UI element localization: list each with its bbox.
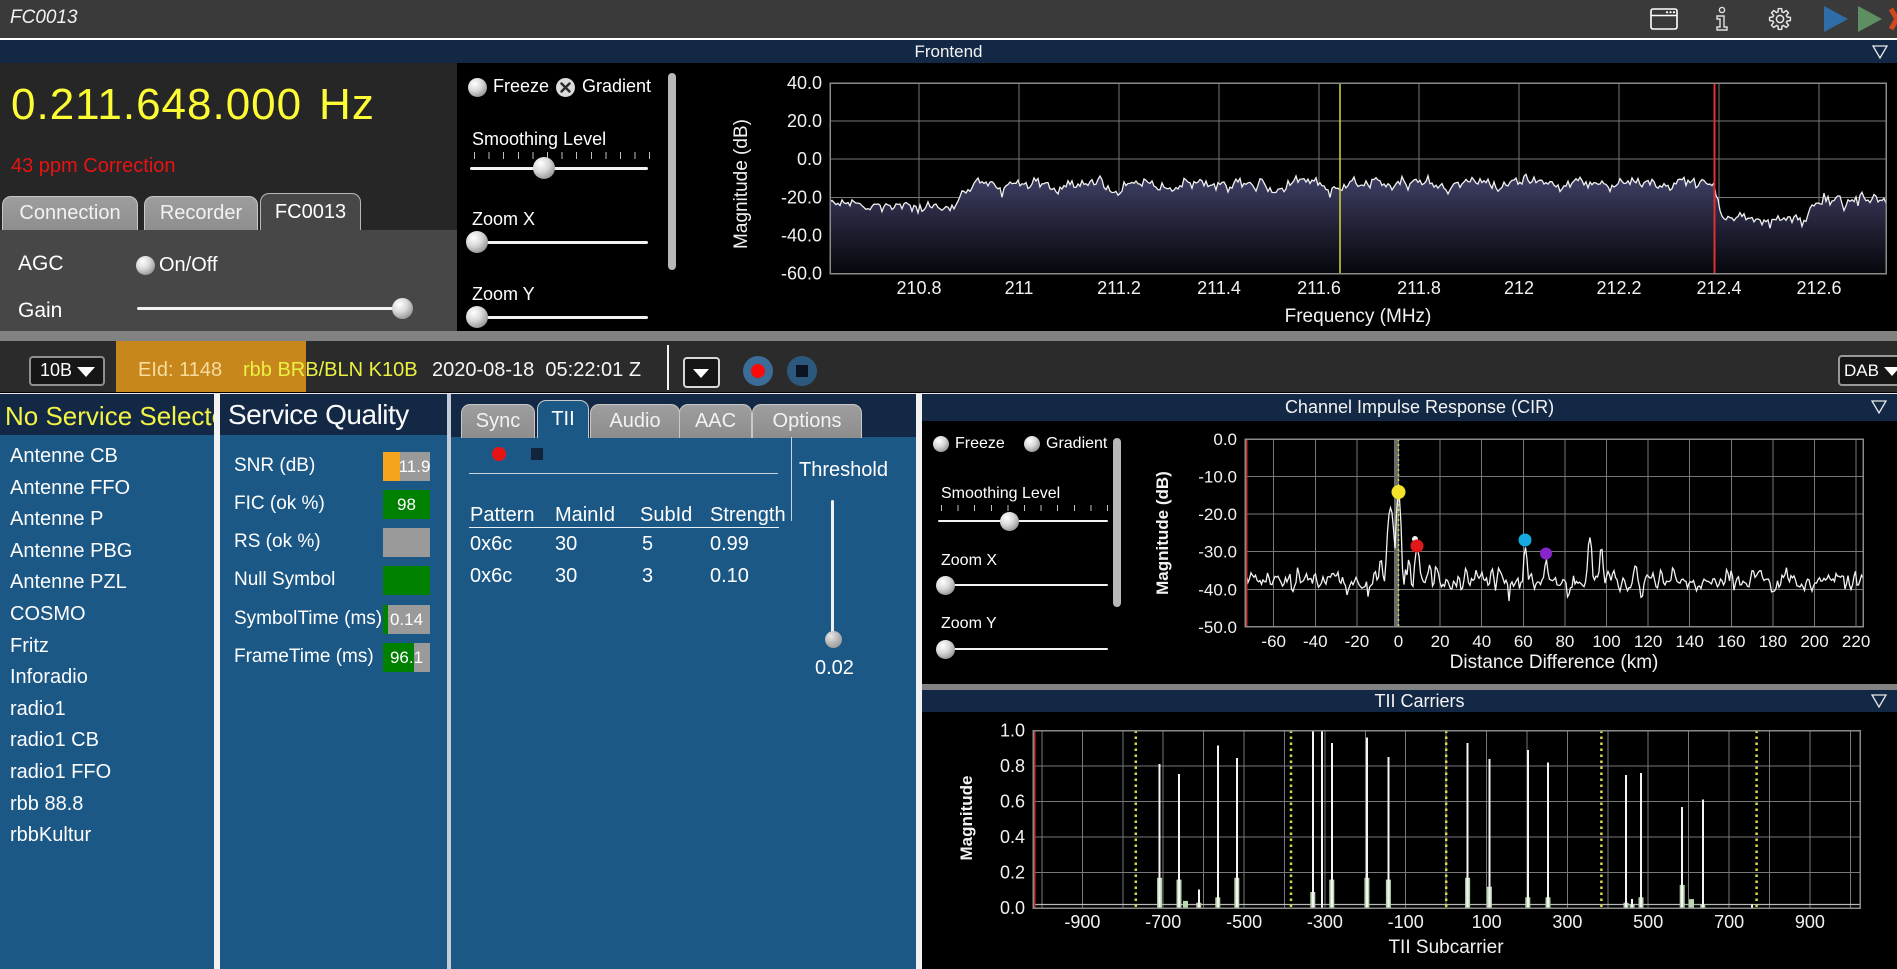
- svg-text:140: 140: [1676, 632, 1704, 651]
- svg-text:-60.0: -60.0: [781, 264, 822, 284]
- svg-text:-20: -20: [1345, 632, 1370, 651]
- svg-text:900: 900: [1795, 912, 1825, 932]
- svg-text:0: 0: [1394, 632, 1403, 651]
- svg-text:Magnitude (dB): Magnitude (dB): [731, 119, 752, 249]
- svg-text:80: 80: [1555, 632, 1574, 651]
- svg-text:-20.0: -20.0: [1198, 505, 1237, 524]
- svg-text:40.0: 40.0: [787, 73, 822, 93]
- svg-text:-50.0: -50.0: [1198, 618, 1237, 637]
- svg-text:-60: -60: [1261, 632, 1286, 651]
- svg-text:180: 180: [1759, 632, 1787, 651]
- svg-text:100: 100: [1472, 912, 1502, 932]
- svg-text:-40.0: -40.0: [1198, 580, 1237, 599]
- svg-text:300: 300: [1552, 912, 1582, 932]
- svg-text:Distance Difference (km): Distance Difference (km): [1450, 652, 1659, 673]
- svg-text:-300: -300: [1307, 912, 1343, 932]
- svg-text:-10.0: -10.0: [1198, 468, 1237, 487]
- svg-text:220: 220: [1842, 632, 1870, 651]
- svg-text:212.6: 212.6: [1796, 278, 1841, 298]
- svg-text:0.0: 0.0: [797, 149, 822, 169]
- svg-text:211.4: 211.4: [1197, 278, 1241, 298]
- svg-text:-700: -700: [1145, 912, 1181, 932]
- svg-text:212.2: 212.2: [1596, 278, 1641, 298]
- svg-text:160: 160: [1717, 632, 1745, 651]
- svg-text:60: 60: [1514, 632, 1533, 651]
- svg-text:-30.0: -30.0: [1198, 543, 1237, 562]
- svg-text:200: 200: [1800, 632, 1828, 651]
- svg-text:211.8: 211.8: [1397, 278, 1441, 298]
- svg-text:-500: -500: [1226, 912, 1262, 932]
- svg-text:0.0: 0.0: [1213, 430, 1237, 449]
- svg-text:211: 211: [1005, 278, 1034, 298]
- svg-text:211.2: 211.2: [1097, 278, 1141, 298]
- svg-text:20: 20: [1431, 632, 1450, 651]
- svg-text:Magnitude: Magnitude: [957, 776, 976, 861]
- svg-text:TII Subcarrier: TII Subcarrier: [1388, 937, 1504, 958]
- svg-text:0.8: 0.8: [1000, 756, 1025, 776]
- svg-text:40: 40: [1472, 632, 1491, 651]
- svg-text:Frequency (MHz): Frequency (MHz): [1285, 306, 1432, 327]
- svg-text:100: 100: [1592, 632, 1620, 651]
- svg-text:212.4: 212.4: [1696, 278, 1741, 298]
- svg-text:0.4: 0.4: [1000, 827, 1025, 847]
- svg-text:-20.0: -20.0: [781, 187, 822, 207]
- svg-text:-40: -40: [1303, 632, 1328, 651]
- svg-text:212: 212: [1504, 278, 1534, 298]
- svg-text:Magnitude (dB): Magnitude (dB): [1153, 471, 1172, 595]
- svg-text:700: 700: [1714, 912, 1744, 932]
- svg-text:-100: -100: [1388, 912, 1424, 932]
- svg-text:210.8: 210.8: [896, 278, 941, 298]
- svg-text:-40.0: -40.0: [781, 225, 822, 245]
- svg-text:0.6: 0.6: [1000, 792, 1025, 812]
- svg-text:0.0: 0.0: [1000, 898, 1025, 918]
- svg-text:500: 500: [1633, 912, 1663, 932]
- svg-text:0.2: 0.2: [1000, 863, 1025, 883]
- svg-text:20.0: 20.0: [787, 111, 822, 131]
- svg-text:120: 120: [1634, 632, 1662, 651]
- svg-text:1.0: 1.0: [1000, 721, 1025, 741]
- svg-text:211.6: 211.6: [1297, 278, 1341, 298]
- svg-text:-900: -900: [1064, 912, 1100, 932]
